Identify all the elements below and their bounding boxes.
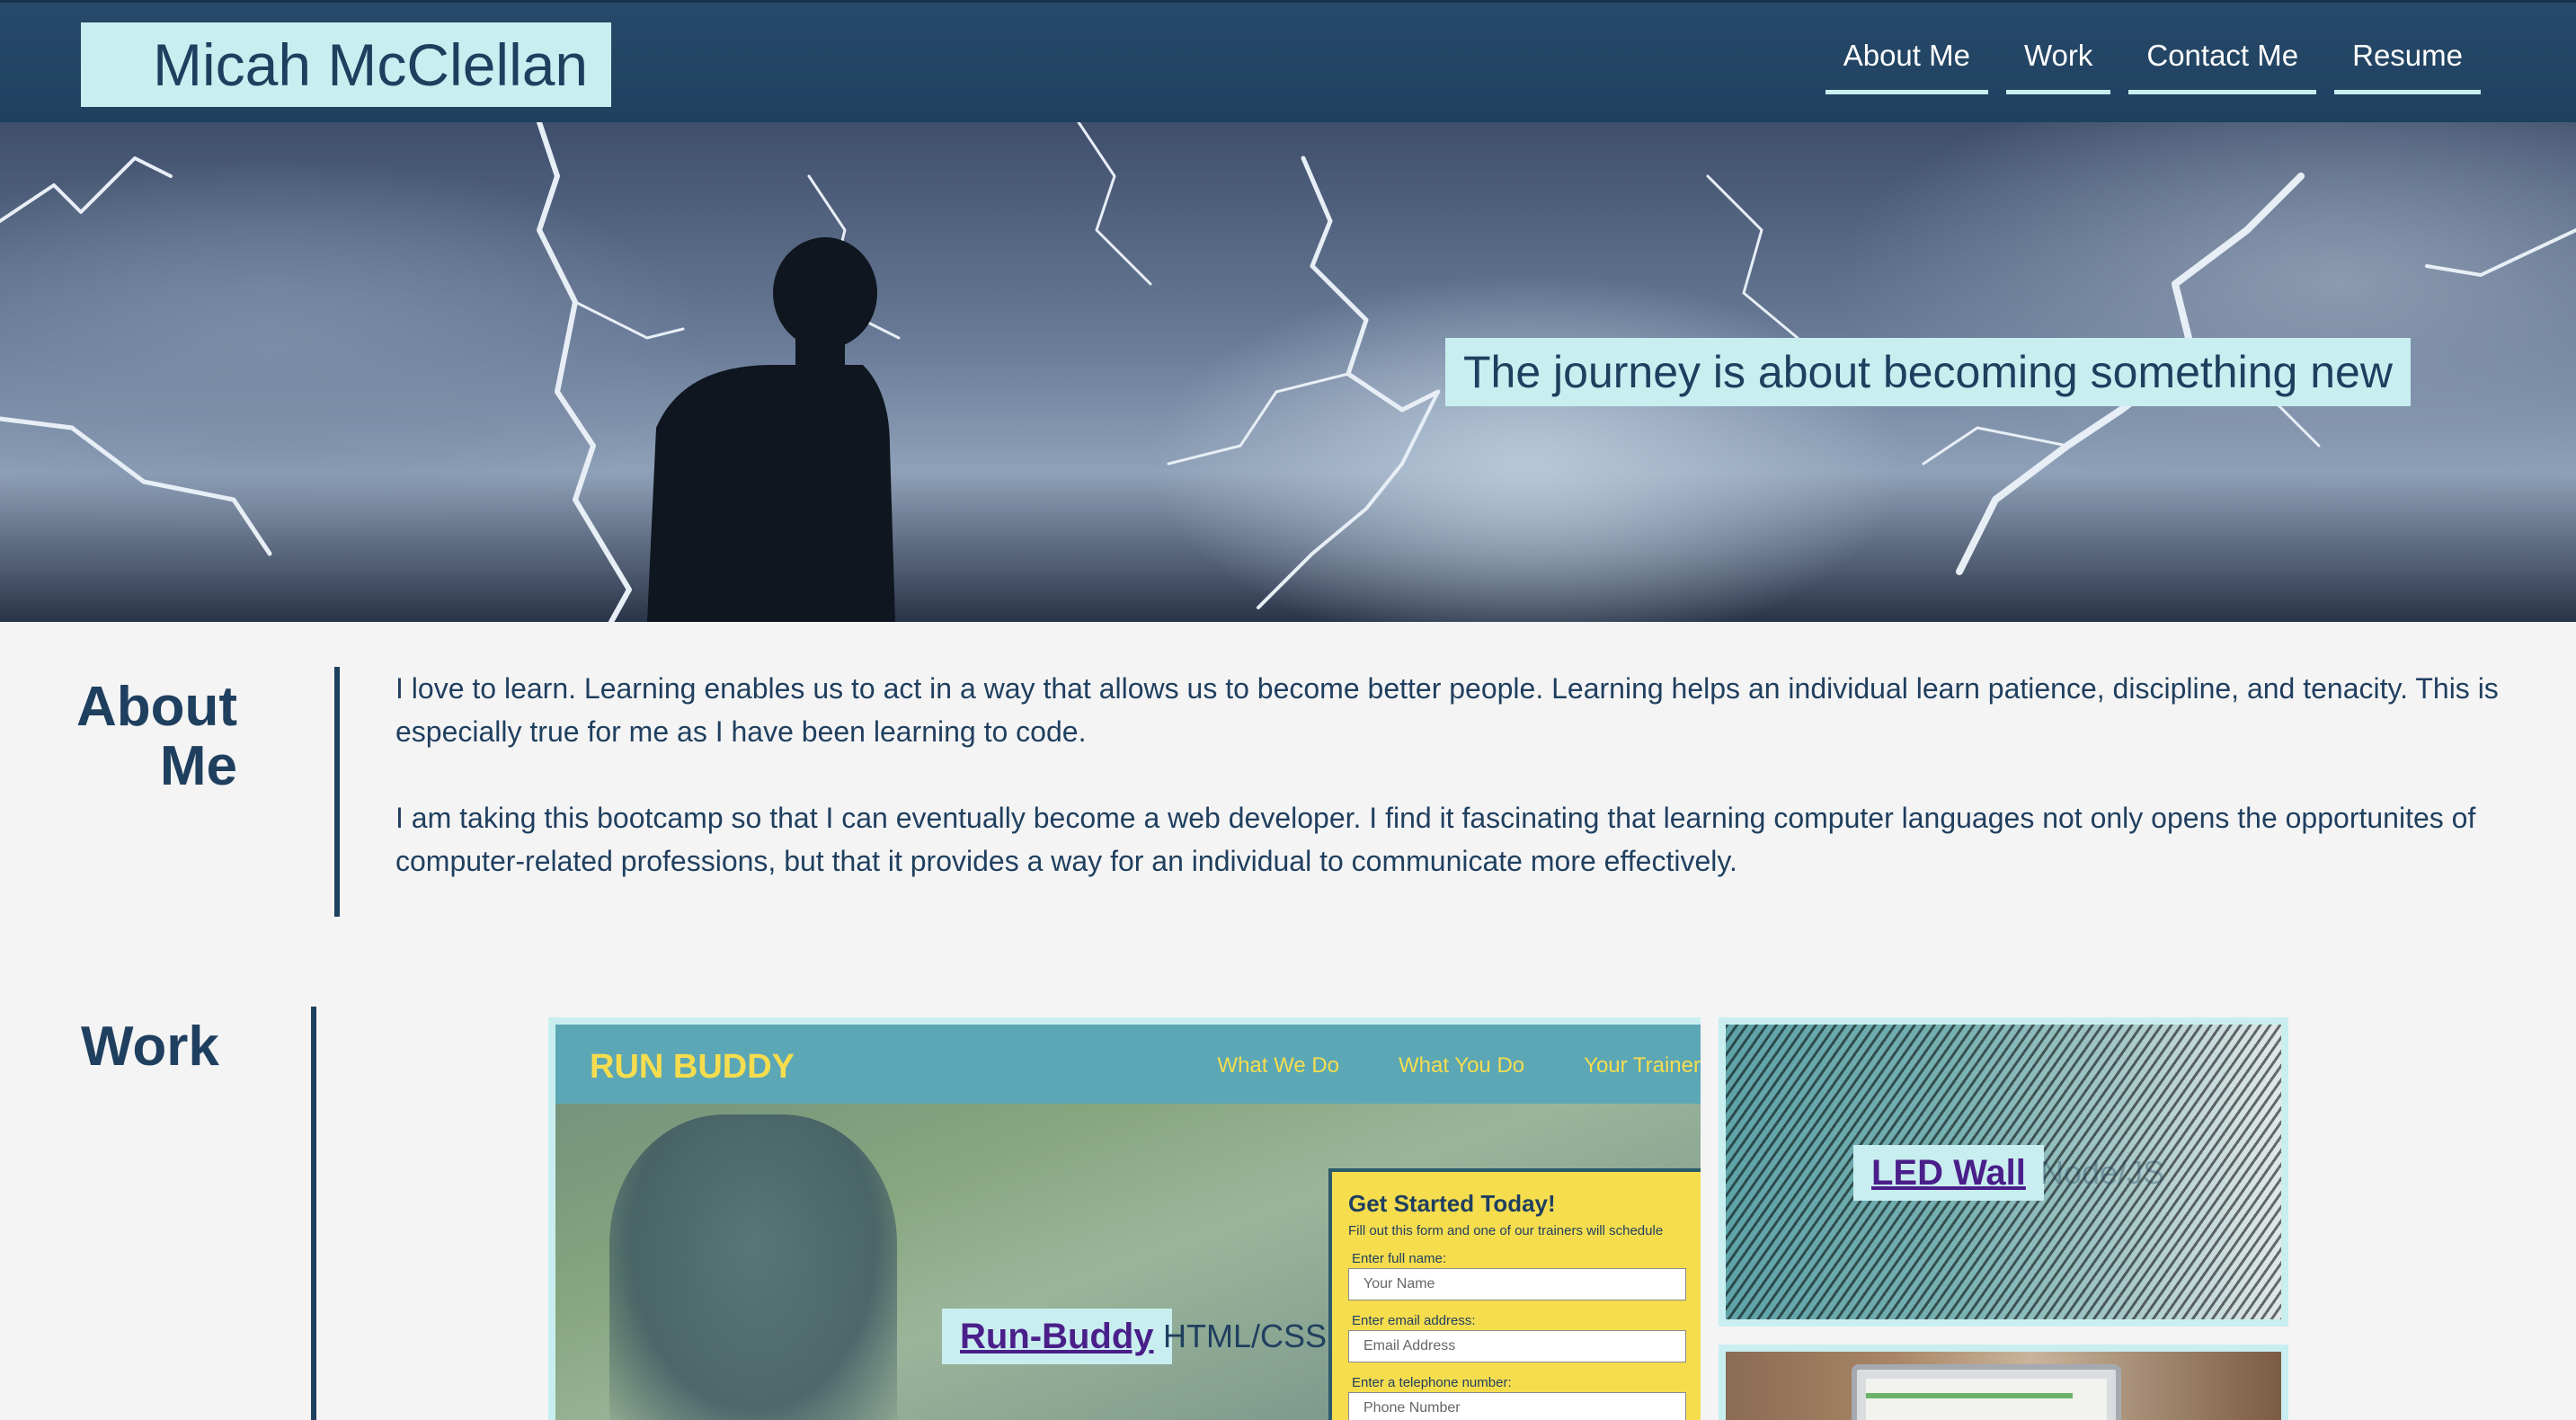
laptop-screen	[1866, 1379, 2107, 1420]
run-buddy-form: Get Started Today! Fill out this form an…	[1328, 1168, 1701, 1420]
about-heading: About Me	[54, 678, 237, 796]
main-nav: About Me Work Contact Me Resume	[1825, 30, 2481, 94]
run-buddy-field: Email Address	[1348, 1330, 1686, 1362]
laptop-image	[1852, 1364, 2121, 1420]
about-paragraph-2: I am taking this bootcamp so that I can …	[395, 802, 2476, 877]
run-buddy-field-label: Enter a telephone number:	[1352, 1375, 1512, 1390]
hero-banner: The journey is about becoming something …	[0, 122, 2576, 622]
run-buddy-form-title: Get Started Today!	[1348, 1190, 1556, 1217]
about-heading-line2: Me	[159, 735, 237, 797]
work-heading: Work	[81, 1016, 219, 1078]
run-buddy-form-subtitle: Fill out this form and one of our traine…	[1348, 1223, 1664, 1238]
about-body: I love to learn. Learning enables us to …	[395, 667, 2508, 883]
about-paragraph-1: I love to learn. Learning enables us to …	[395, 672, 2499, 748]
run-buddy-field-label: Enter email address:	[1352, 1313, 1476, 1328]
led-wall-subtitle: Node/JS	[2040, 1154, 2165, 1191]
run-buddy-nav-item: Your Trainer	[1584, 1053, 1701, 1078]
runner-figure	[609, 1114, 897, 1420]
run-buddy-subtitle: HTML/CSS	[1163, 1318, 1328, 1354]
work-divider	[311, 1007, 316, 1420]
run-buddy-header: RUN BUDDY What We Do What You Do Your Tr…	[555, 1025, 1701, 1104]
hero-tagline: The journey is about becoming something …	[1445, 338, 2411, 406]
run-buddy-field: Phone Number	[1348, 1392, 1686, 1420]
nav-contact-me[interactable]: Contact Me	[2128, 30, 2317, 94]
run-buddy-nav-item: What We Do	[1217, 1053, 1340, 1078]
run-buddy-field-label: Enter full name:	[1352, 1251, 1447, 1266]
nav-about-me[interactable]: About Me	[1825, 30, 1988, 94]
run-buddy-logo: RUN BUDDY	[590, 1048, 795, 1086]
run-buddy-nav: What We Do What You Do Your Trainer	[1217, 1053, 1701, 1078]
laptop-screen-bar	[1866, 1393, 2073, 1398]
site-title[interactable]: Micah McClellan	[81, 22, 611, 107]
nav-resume[interactable]: Resume	[2334, 30, 2481, 94]
led-wall-link[interactable]: LED Wall	[1853, 1145, 2044, 1201]
about-divider	[334, 667, 340, 917]
third-project-screenshot	[1726, 1352, 2281, 1420]
project-card-third[interactable]	[1719, 1345, 2288, 1420]
run-buddy-link[interactable]: Run-Buddy	[942, 1309, 1172, 1364]
site-header: Micah McClellan About Me Work Contact Me…	[0, 0, 2576, 122]
about-heading-line1: About	[76, 676, 237, 738]
nav-work[interactable]: Work	[2005, 30, 2111, 94]
run-buddy-field: Your Name	[1348, 1268, 1686, 1300]
run-buddy-nav-item: What You Do	[1399, 1053, 1525, 1078]
